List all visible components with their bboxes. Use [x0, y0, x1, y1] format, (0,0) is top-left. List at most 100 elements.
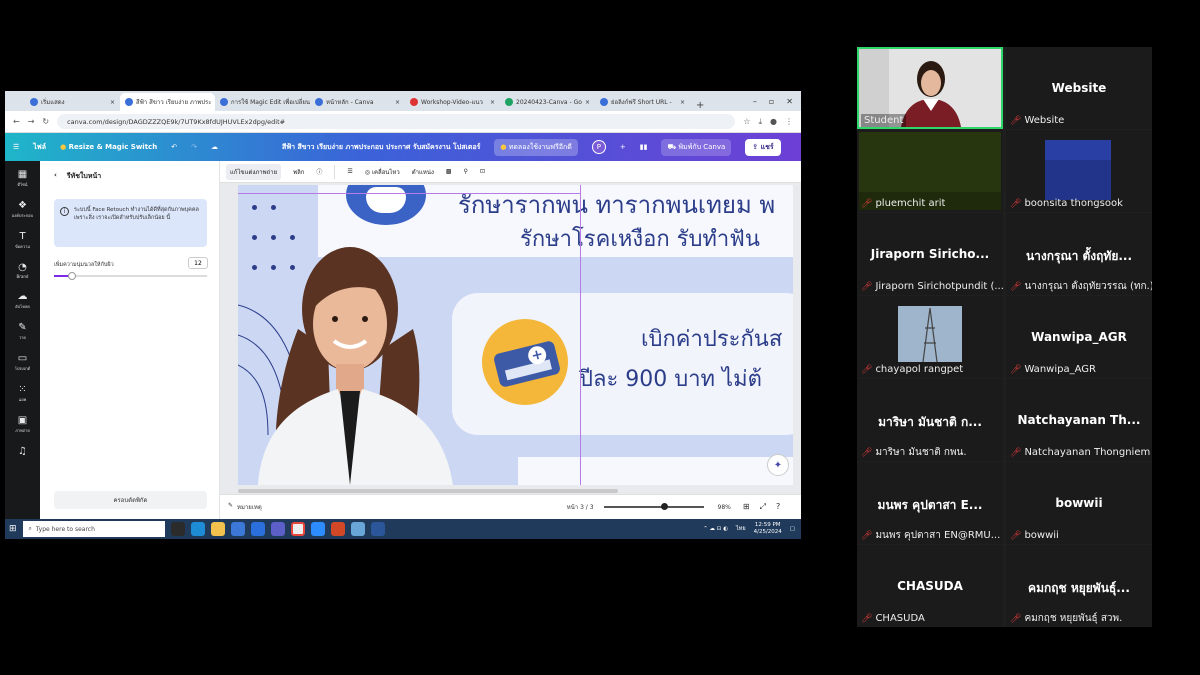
minimize-icon[interactable]: – [753, 97, 757, 106]
close-tab-icon[interactable]: × [490, 99, 495, 106]
browser-tab[interactable]: การใช้ Magic Edit เพื่อเปลี่ยน× [215, 93, 310, 111]
app-icon[interactable] [350, 522, 365, 536]
browser-tab[interactable]: เริ่มแสดง × [25, 93, 120, 111]
design-claim-1[interactable]: เบิกค่าประกันส [641, 321, 782, 356]
participant-tile[interactable]: Wanwipa_AGR 🎤︎ Wanwipa_AGR [1006, 296, 1152, 378]
design-headline-1[interactable]: รักษารากพน ทารากพนเทยม พ [458, 185, 775, 224]
file-menu[interactable]: ไฟล์ [33, 142, 46, 153]
language-indicator[interactable]: ไทย [736, 525, 746, 533]
participant-tile[interactable]: Student [857, 47, 1003, 129]
chrome-icon[interactable] [290, 522, 305, 536]
task-view-icon[interactable] [170, 522, 185, 536]
design-claim-2[interactable]: ปีละ 900 บาท ไม่ต้ [579, 361, 762, 396]
magic-assistant-icon[interactable]: ✦ [767, 454, 789, 476]
print-button[interactable]: ⛟ พิมพ์กับ Canva [661, 138, 732, 156]
maximize-icon[interactable]: ▫ [769, 97, 774, 106]
close-window-icon[interactable]: ✕ [786, 97, 793, 106]
doctor-photo[interactable] [238, 229, 478, 485]
clock[interactable]: 12:59 PM 4/25/2024 [754, 522, 782, 536]
help-icon[interactable]: ? [776, 502, 780, 512]
lines-icon[interactable]: ☰ [347, 168, 352, 175]
mail-icon[interactable] [230, 522, 245, 536]
position-button[interactable]: ตำแหน่ง [412, 167, 434, 177]
zoom-handle[interactable] [660, 503, 668, 510]
rail-item-photos[interactable]: ▣ ภาพถ่าย [15, 415, 30, 434]
rail-item-text[interactable]: T ข้อความ [15, 231, 30, 250]
panel-action-button[interactable]: ครอบตัดพิกัด [54, 491, 207, 509]
flip-button[interactable]: พลิก [293, 167, 304, 177]
participant-tile[interactable]: Website 🎤︎ Website [1006, 47, 1152, 129]
rail-item-brand[interactable]: ◔ Brand [17, 262, 29, 279]
share-button[interactable]: ⇪ แชร์ [745, 138, 781, 156]
participant-tile[interactable]: Natchayanan Th... 🎤︎ Natchayanan Thongnie… [1006, 379, 1152, 461]
teams-icon[interactable] [270, 522, 285, 536]
powerpoint-icon[interactable] [330, 522, 345, 536]
forward-icon[interactable]: → [28, 117, 35, 126]
smoothing-slider[interactable] [54, 272, 207, 280]
participant-tile[interactable]: มนพร คุปตาสา E... 🎤︎ มนพร คุปตาสา EN@RMU.… [857, 462, 1003, 544]
page-indicator[interactable]: หน้า 3 / 3 [567, 502, 594, 512]
taskbar-search[interactable]: ⌕ Type here to search [22, 521, 165, 537]
lock-icon[interactable]: ⊡ [480, 168, 485, 175]
windows-start-icon[interactable]: ⊞ [9, 524, 17, 534]
participant-tile[interactable]: CHASUDA 🎤︎ CHASUDA [857, 545, 1003, 627]
design-canvas[interactable]: รักษารากพน ทารากพนเทยม พ รักษาโรคเหงือก … [238, 185, 793, 485]
edge-icon[interactable] [190, 522, 205, 536]
avatar[interactable]: P [591, 140, 606, 154]
notes-button[interactable]: ✎ หมายเหตุ [228, 502, 262, 512]
reload-icon[interactable]: ↻ [42, 117, 49, 126]
fullscreen-icon[interactable]: ⤢ [760, 502, 766, 512]
rail-item-projects[interactable]: ▭ โปรเจกต์ [15, 353, 31, 372]
info-circle-icon[interactable]: ⓘ [316, 167, 322, 176]
download-icon[interactable]: ⤓ [758, 117, 762, 127]
participant-tile[interactable]: bowwii 🎤︎ bowwii [1006, 462, 1152, 544]
new-tab-icon[interactable]: + [690, 100, 710, 111]
back-chevron-icon[interactable]: ‹ [54, 171, 57, 182]
browser-tab[interactable]: Workshop-Video-แนว × [405, 93, 500, 111]
edit-photo-button[interactable]: แก้ไขแต่งภาพถ่าย [226, 163, 282, 180]
bookmark-star-icon[interactable]: ☆ [743, 117, 750, 127]
animate-button[interactable]: ◎ เคลื่อนไหว [365, 167, 400, 177]
horizontal-scrollbar[interactable] [238, 489, 618, 493]
design-headline-2[interactable]: รักษาโรคเหงือก รับทำฟัน [520, 221, 760, 256]
browser-tab[interactable]: 20240423-Canva - Go × [500, 93, 595, 111]
browser-tab-active[interactable]: สีฟ้า สีขาว เรียบง่าย ภาพประ× [120, 93, 215, 111]
browser-tab[interactable]: ย่อลิงก์ฟรี Short URL - × [595, 93, 690, 111]
participant-tile[interactable]: 🎤︎ chayapol rangpet [857, 296, 1003, 378]
slider-handle[interactable] [68, 272, 77, 280]
store-icon[interactable] [250, 522, 265, 536]
doc-title[interactable]: สีฟ้า สีขาว เรียบง่าย ภาพประกอบ ประกาศ ร… [282, 142, 480, 153]
close-tab-icon[interactable]: × [585, 99, 590, 106]
smoothing-value-input[interactable]: 12 [188, 257, 208, 269]
participant-tile[interactable]: นางกรุณา ตั้งฤทัย... 🎤︎ นางกรุณา ตั้งฤทัย… [1006, 213, 1152, 295]
resize-button[interactable]: ● Resize & Magic Switch [60, 143, 157, 151]
zoom-app-icon[interactable] [310, 522, 325, 536]
zoom-value[interactable]: 98% [718, 504, 731, 511]
paint-format-icon[interactable]: ⚲ [464, 168, 468, 175]
profile-icon[interactable]: ● [770, 117, 777, 127]
rail-item-apps[interactable]: ⁙ แอพ [18, 384, 26, 403]
close-tab-icon[interactable]: × [680, 99, 685, 106]
url-field[interactable]: canva.com/design/DAGDZZZQE9k/7UT9Kx8fdUJ… [57, 114, 736, 129]
rail-item-design[interactable]: ▦ ดีไซน์ [17, 169, 27, 188]
trial-button[interactable]: ● ทดลองใช้งานฟรีอีกดี [494, 138, 578, 156]
hamburger-icon[interactable]: ☰ [13, 143, 19, 151]
word-icon[interactable] [370, 522, 385, 536]
rail-item-audio[interactable]: ♫ [18, 446, 27, 457]
close-tab-icon[interactable]: × [395, 99, 400, 106]
back-icon[interactable]: ← [13, 117, 20, 126]
rail-item-draw[interactable]: ✎ วาด [18, 322, 26, 341]
transparency-icon[interactable]: ▩ [446, 168, 452, 175]
participant-tile[interactable]: คมกฤช หยุยพันธุ์... 🎤︎ คมกฤช หยุยพันธุ์ ส… [1006, 545, 1152, 627]
redo-icon[interactable]: ↷ [191, 143, 197, 151]
rail-item-elements[interactable]: ❖ องค์ประกอบ [12, 200, 33, 219]
grid-view-icon[interactable]: ⊞ [743, 502, 750, 512]
participant-tile[interactable]: 🎤︎ pluemchit arit [857, 130, 1003, 212]
tray-icons[interactable]: ⌃ ☁ ⊡ ◐ [703, 526, 728, 532]
participant-tile[interactable]: มาริษา มันชาติ ก... 🎤︎ มาริษา มันชาติ กพน… [857, 379, 1003, 461]
file-explorer-icon[interactable] [210, 522, 225, 536]
notification-icon[interactable]: ▢ [790, 526, 795, 532]
participant-tile[interactable]: 🎤︎ boonsita thongsook [1006, 130, 1152, 212]
browser-tab[interactable]: หน้าหลัก - Canva × [310, 93, 405, 111]
participant-tile[interactable]: Jiraporn Siricho... 🎤︎ Jiraporn Sirichotp… [857, 213, 1003, 295]
